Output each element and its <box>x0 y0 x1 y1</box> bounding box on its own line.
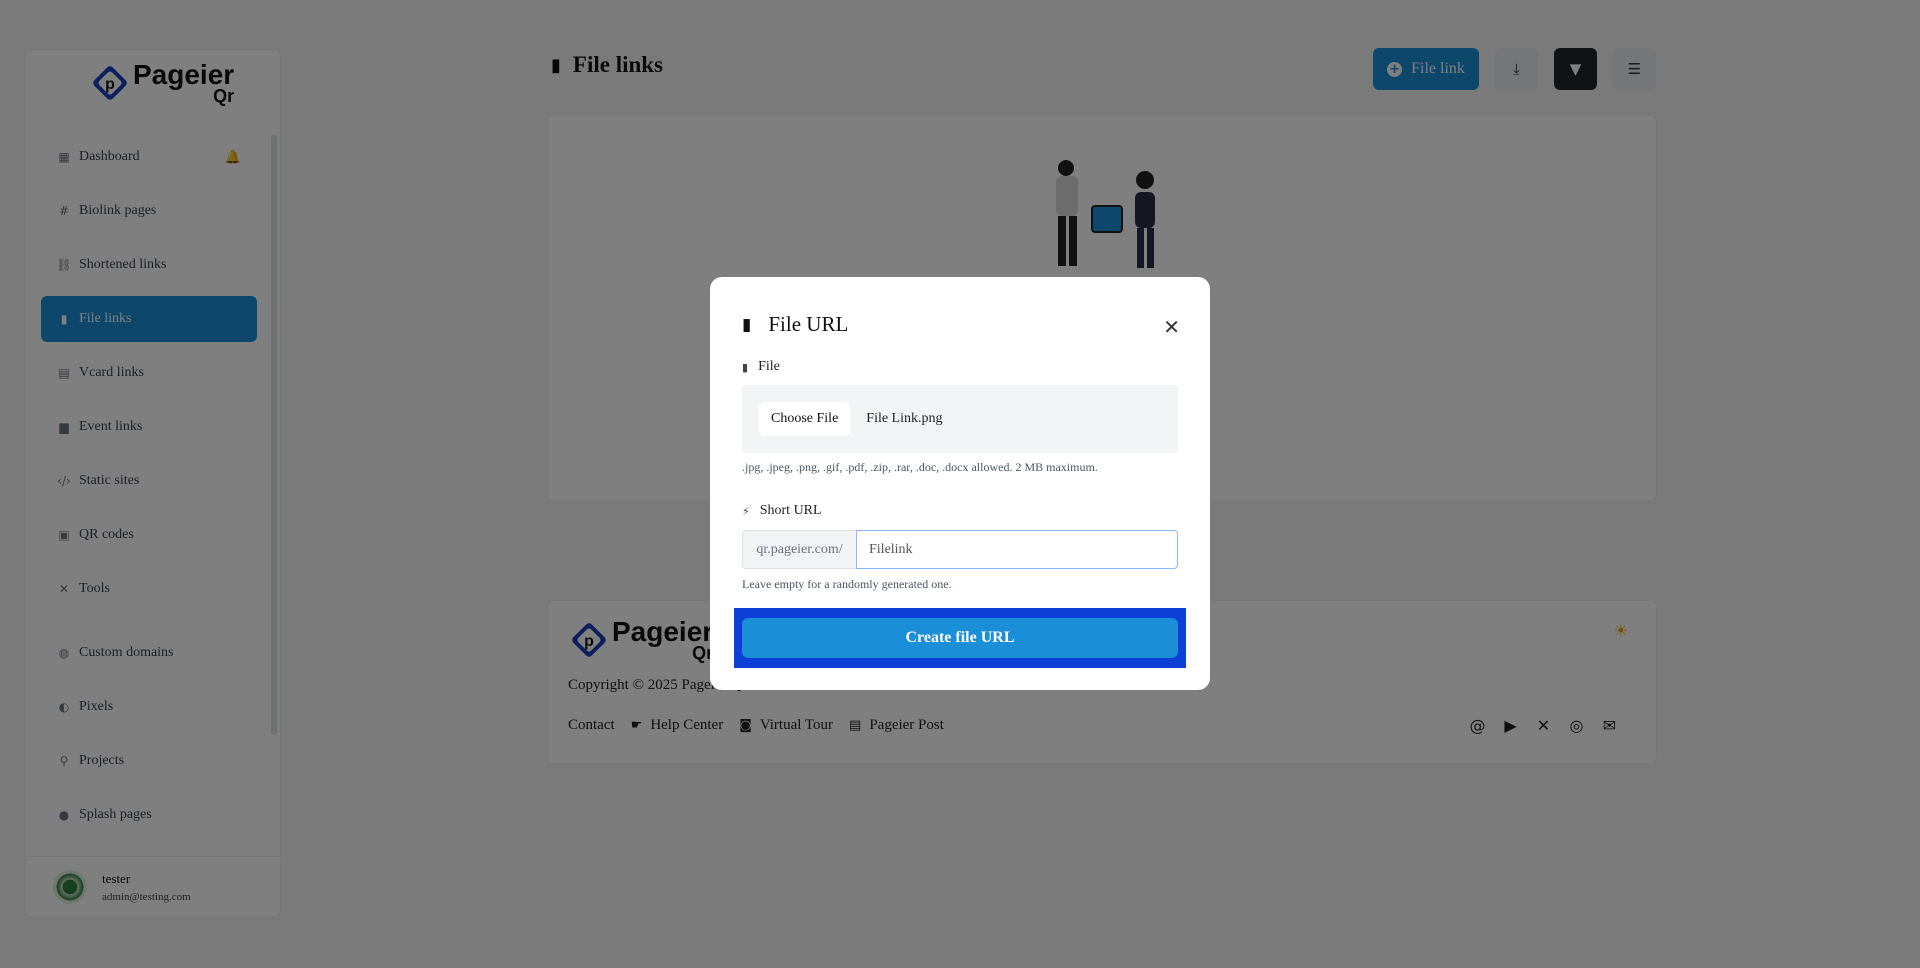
file-input[interactable]: Choose File File Link.png <box>742 385 1178 453</box>
close-icon[interactable]: ✕ <box>1163 315 1180 339</box>
file-label: ▮ File <box>742 359 780 374</box>
modal-title: File URL <box>768 312 849 336</box>
bolt-icon: ⚡ <box>742 504 750 518</box>
short-url-group: qr.pageier.com/ <box>742 530 1178 569</box>
short-url-hint: Leave empty for a randomly generated one… <box>742 577 952 591</box>
file-hint: .jpg, .jpeg, .png, .gif, .pdf, .zip, .ra… <box>742 460 1098 474</box>
choose-file-button[interactable]: Choose File <box>759 402 851 436</box>
url-prefix: qr.pageier.com/ <box>742 530 856 569</box>
create-button-highlight: Create file URL <box>734 608 1186 668</box>
short-url-label: ⚡ Short URL <box>742 503 822 518</box>
file-icon: ▮ <box>742 314 752 335</box>
create-file-url-button[interactable]: Create file URL <box>742 618 1178 658</box>
short-url-input[interactable] <box>856 530 1178 569</box>
selected-file-name: File Link.png <box>866 411 943 426</box>
file-icon: ▮ <box>742 360 749 374</box>
modal-header: ▮ File URL <box>742 312 848 337</box>
file-url-modal: ▮ File URL ✕ ▮ File Choose File File Lin… <box>710 277 1210 690</box>
